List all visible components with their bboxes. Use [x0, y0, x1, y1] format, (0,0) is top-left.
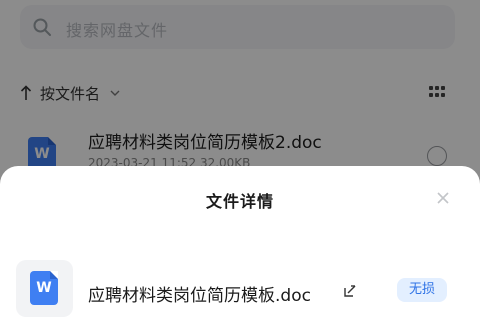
file-details-sheet: 文件详情 W 应聘材料类岗位简历模板.doc 无损: [0, 166, 480, 326]
lossless-badge: 无损: [397, 278, 447, 302]
file-thumbnail: W: [16, 260, 73, 317]
sheet-title: 文件详情: [205, 192, 274, 211]
edit-icon[interactable]: [343, 284, 357, 298]
detail-file-name: 应聘材料类岗位简历模板.doc: [88, 286, 311, 306]
close-icon[interactable]: [436, 191, 450, 205]
